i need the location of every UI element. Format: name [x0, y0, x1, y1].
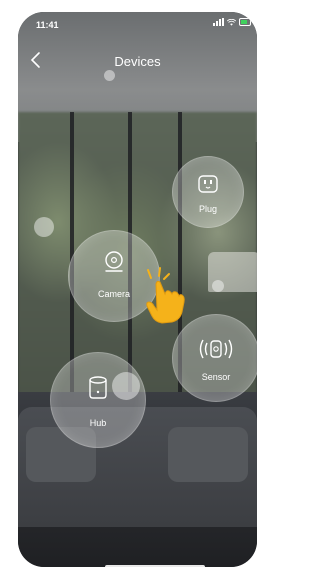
battery-icon — [239, 18, 251, 26]
plug-icon — [198, 175, 218, 193]
decor-dot — [212, 280, 224, 292]
sensor-icon — [199, 339, 233, 359]
hub-icon — [89, 376, 107, 399]
home-indicator[interactable] — [105, 565, 205, 567]
status-bar: 11:41 — [18, 12, 257, 36]
decor-dot — [104, 70, 115, 81]
decor-dot — [34, 217, 54, 237]
device-label: Sensor — [201, 372, 231, 382]
signal-icon — [213, 18, 224, 26]
tap-hand-icon — [146, 267, 185, 324]
wifi-icon — [227, 18, 236, 26]
status-icons — [213, 18, 251, 26]
page-title: Devices — [114, 54, 161, 69]
phone-screen: 11:41 Devices Plug Camera Sensor Hub — [18, 12, 257, 567]
device-hub-button[interactable]: Hub — [50, 352, 146, 448]
device-label: Plug — [198, 204, 217, 214]
camera-icon — [105, 251, 123, 272]
device-label: Hub — [89, 418, 107, 428]
status-time: 11:41 — [36, 20, 59, 30]
device-plug-button[interactable]: Plug — [172, 156, 244, 228]
device-sensor-button[interactable]: Sensor — [172, 314, 257, 402]
